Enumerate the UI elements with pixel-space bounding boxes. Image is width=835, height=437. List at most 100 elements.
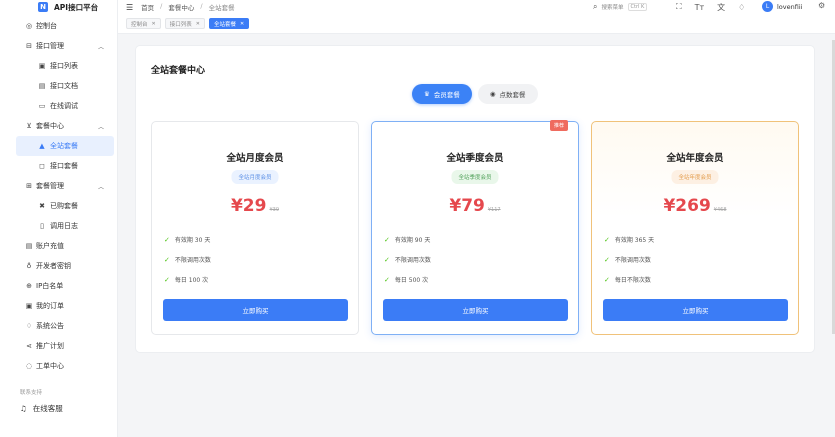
coin-icon: ◉ xyxy=(489,90,496,98)
plan-feature: ✓ 不限调用次数 xyxy=(604,255,651,265)
page-tabs: 控制台 ✕ 接口列表 ✕ 全站套餐 ✕ xyxy=(118,14,835,34)
plan-badge: 全站月度会员 xyxy=(231,170,279,184)
tab-dashboard[interactable]: 控制台 ✕ xyxy=(126,18,161,29)
brand[interactable]: N API接口平台 xyxy=(0,0,117,14)
purchased-icon: ✖ xyxy=(39,202,45,210)
tab-label: 全站套餐 xyxy=(213,21,236,28)
plan-card-monthly: 全站月度会员 全站月度会员 ¥29 ¥39 ✓ 有效期 30 天 ✓ 不限调用次… xyxy=(151,121,359,335)
ticket-icon: ◌ xyxy=(25,362,33,370)
sidebar-item-api-package[interactable]: ◻ 接口套餐 xyxy=(0,156,118,176)
logo-icon: N xyxy=(38,2,48,12)
fullscreen-icon[interactable]: ⛶ xyxy=(676,2,682,12)
wallet-icon: ▤ xyxy=(25,242,33,250)
sidebar-item-package-center[interactable]: ⊻ 套餐中心 ︿ xyxy=(0,116,118,136)
order-icon: ▣ xyxy=(25,302,33,310)
feature-text: 有效期 90 天 xyxy=(394,237,431,244)
sidebar-item-label: 接口管理 xyxy=(36,42,64,50)
buy-now-button[interactable]: 立即购买 xyxy=(163,299,348,321)
package-type-switch: ♛ 会员套餐 ◉ 点数套餐 xyxy=(412,84,538,104)
sidebar-item-label: 接口套餐 xyxy=(50,162,78,170)
breadcrumb-separator: / xyxy=(200,2,203,10)
buy-now-button[interactable]: 立即购买 xyxy=(383,299,568,321)
sidebar-item-label: 在线调试 xyxy=(50,102,78,110)
price-row: ¥29 ¥39 xyxy=(152,196,358,216)
plan-feature: ✓ 每日 100 次 xyxy=(164,275,208,285)
plan-feature: ✓ 有效期 30 天 xyxy=(164,235,211,245)
breadcrumb-package-center[interactable]: 套餐中心 xyxy=(168,2,194,12)
sidebar-item-api-docs[interactable]: ▤ 接口文档 xyxy=(0,76,118,96)
feature-text: 有效期 365 天 xyxy=(614,237,655,244)
sidebar-item-label: 推广计划 xyxy=(36,342,64,350)
notification-bell-icon[interactable]: ♢ xyxy=(738,3,745,12)
buy-now-button[interactable]: 立即购买 xyxy=(603,299,788,321)
tab-label: 接口列表 xyxy=(169,21,192,28)
sidebar-item-label: 全站套餐 xyxy=(50,142,78,150)
sidebar-item-call-log[interactable]: ▯ 调用日志 xyxy=(0,216,118,236)
points-package-button[interactable]: ◉ 点数套餐 xyxy=(477,84,538,104)
app-title: API接口平台 xyxy=(54,2,99,12)
monitor-icon: ▭ xyxy=(38,102,46,110)
close-icon[interactable]: ✕ xyxy=(152,21,156,27)
sidebar-item-site-package[interactable]: ▲ 全站套餐 xyxy=(16,136,114,156)
sidebar-item-label: 账户充值 xyxy=(36,242,64,250)
plan-price: ¥79 xyxy=(449,196,485,216)
sidebar-item-promotion[interactable]: ⋖ 推广计划 xyxy=(0,336,118,356)
sidebar-item-purchased[interactable]: ✖ 已购套餐 xyxy=(0,196,118,216)
log-icon: ▯ xyxy=(40,222,44,230)
plan-original-price: ¥468 xyxy=(713,207,727,213)
dashboard-icon: ◎ xyxy=(25,22,33,30)
sidebar-item-dashboard[interactable]: ◎ 控制台 xyxy=(0,16,118,36)
sidebar-item-online-debug[interactable]: ▭ 在线调试 xyxy=(0,96,118,116)
sidebar-item-label: 接口列表 xyxy=(50,62,78,70)
breadcrumb-home[interactable]: 首页 xyxy=(141,2,154,12)
plan-feature: ✓ 每日不限次数 xyxy=(604,275,651,285)
feature-text: 不限调用次数 xyxy=(394,257,431,264)
sidebar-item-label: 开发者密钥 xyxy=(36,262,71,270)
sidebar-item-tickets[interactable]: ◌ 工单中心 xyxy=(0,356,118,376)
plan-card-quarterly: 推荐 全站季度会员 全站季度会员 ¥79 ¥117 ✓ 有效期 90 天 ✓ 不… xyxy=(371,120,579,335)
online-service-link[interactable]: ♫ 在线客服 xyxy=(20,403,63,414)
breadcrumb: 首页 / 套餐中心 / 全站套餐 xyxy=(141,2,234,12)
search-input[interactable]: ⌕ 搜索菜单 Ctrl K xyxy=(593,1,648,12)
recommended-badge: 推荐 xyxy=(549,120,568,131)
close-icon[interactable]: ✕ xyxy=(240,21,244,27)
tab-label: 控制台 xyxy=(131,21,148,28)
feature-text: 不限调用次数 xyxy=(614,257,651,264)
sidebar-item-label: 套餐中心 xyxy=(36,122,64,130)
plan-name: 全站季度会员 xyxy=(446,153,504,164)
cart-icon: ⊻ xyxy=(26,122,32,130)
font-size-icon[interactable]: Tᴛ xyxy=(695,3,705,12)
sidebar-item-ip-whitelist[interactable]: ⊕ IP白名单 xyxy=(0,276,118,296)
plan-original-price: ¥39 xyxy=(269,207,280,213)
plan-feature: ✓ 每日 500 次 xyxy=(384,275,429,285)
feature-text: 有效期 30 天 xyxy=(174,237,211,244)
member-package-button[interactable]: ♛ 会员套餐 xyxy=(412,84,472,104)
price-row: ¥269 ¥468 xyxy=(592,196,798,216)
check-icon: ✓ xyxy=(164,235,170,244)
search-placeholder: 搜索菜单 xyxy=(601,4,624,11)
sidebar-item-announcements[interactable]: ♢ 系统公告 xyxy=(0,316,118,336)
sidebar-item-label: 套餐管理 xyxy=(36,182,64,190)
feature-text: 每日 500 次 xyxy=(394,277,429,284)
translate-icon[interactable]: 文 xyxy=(717,2,725,13)
sidebar-item-developer-key[interactable]: ♁ 开发者密钥 xyxy=(0,256,118,276)
menu-toggle-icon[interactable]: ☰ xyxy=(126,3,133,12)
package-center-card: 全站套餐中心 ♛ 会员套餐 ◉ 点数套餐 全站月度会员 全站月度会员 ¥29 ¥… xyxy=(136,46,814,352)
sidebar-item-api-management[interactable]: ⊟ 接口管理 ︿ xyxy=(0,36,118,56)
plan-original-price: ¥117 xyxy=(487,207,501,213)
sidebar-item-my-orders[interactable]: ▣ 我的订单 xyxy=(0,296,118,316)
plan-price: ¥29 xyxy=(230,196,267,216)
doc-icon: ▤ xyxy=(38,82,46,90)
tab-site-package[interactable]: 全站套餐 ✕ xyxy=(208,18,250,29)
user-menu[interactable]: L lovenfiii xyxy=(762,1,802,12)
sidebar-item-package-management[interactable]: ⊞ 套餐管理 ︿ xyxy=(0,176,118,196)
sidebar-item-label: 接口文档 xyxy=(50,82,78,90)
check-icon: ✓ xyxy=(604,235,610,244)
sidebar-item-api-list[interactable]: ▣ 接口列表 xyxy=(0,56,118,76)
close-icon[interactable]: ✕ xyxy=(196,21,200,27)
bell-icon: ♢ xyxy=(25,322,33,330)
plan-feature: ✓ 有效期 365 天 xyxy=(604,235,655,245)
sidebar-item-recharge[interactable]: ▤ 账户充值 xyxy=(0,236,118,256)
gear-icon[interactable]: ⚙ xyxy=(818,1,825,10)
tab-api-list[interactable]: 接口列表 ✕ xyxy=(164,18,205,29)
